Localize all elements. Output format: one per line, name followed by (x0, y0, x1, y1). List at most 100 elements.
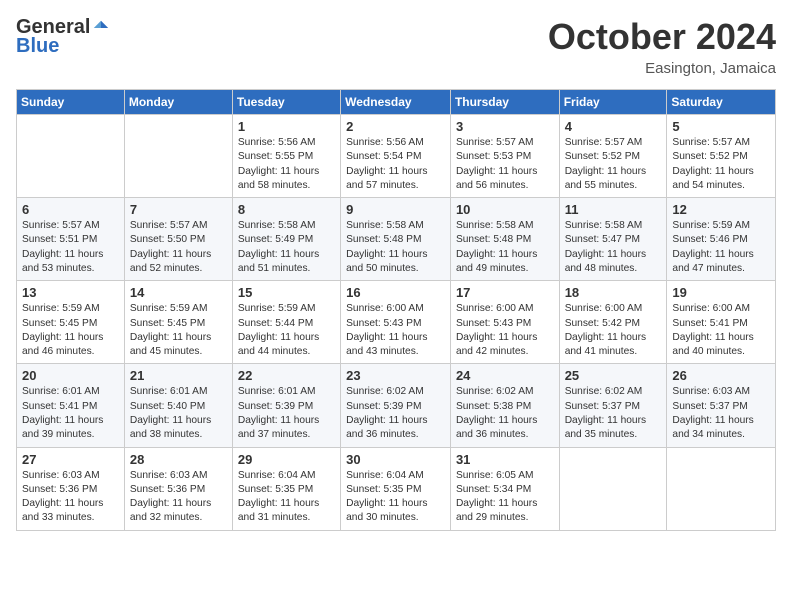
day-number: 26 (672, 368, 770, 383)
day-info: Sunrise: 6:03 AMSunset: 5:36 PMDaylight:… (130, 469, 227, 526)
calendar-cell: 10 Sunrise: 5:58 AMSunset: 5:48 PMDayligh… (450, 198, 559, 281)
day-info: Sunrise: 6:05 AMSunset: 5:34 PMDaylight:… (456, 469, 554, 526)
day-info: Sunrise: 5:58 AMSunset: 5:47 PMDaylight:… (565, 219, 662, 276)
logo-blue-text: Blue (16, 35, 59, 58)
day-info: Sunrise: 6:00 AMSunset: 5:43 PMDaylight:… (456, 302, 554, 359)
day-number: 10 (456, 202, 554, 217)
calendar-cell: 18 Sunrise: 6:00 AMSunset: 5:42 PMDayligh… (559, 281, 667, 364)
day-number: 8 (238, 202, 335, 217)
col-header-monday: Monday (124, 90, 232, 115)
calendar-cell: 7 Sunrise: 5:57 AMSunset: 5:50 PMDaylight… (124, 198, 232, 281)
calendar-cell: 31 Sunrise: 6:05 AMSunset: 5:34 PMDayligh… (450, 447, 559, 530)
day-number: 16 (346, 285, 445, 300)
day-info: Sunrise: 6:01 AMSunset: 5:41 PMDaylight:… (22, 385, 119, 442)
day-number: 19 (672, 285, 770, 300)
day-number: 31 (456, 452, 554, 467)
day-number: 1 (238, 119, 335, 134)
calendar-cell: 25Sunrise: 6:02 AMSunset: 5:37 PMDayligh… (559, 364, 667, 447)
day-number: 3 (456, 119, 554, 134)
calendar-cell (124, 115, 232, 198)
day-number: 7 (130, 202, 227, 217)
calendar-table: SundayMondayTuesdayWednesdayThursdayFrid… (16, 89, 776, 531)
day-number: 6 (22, 202, 119, 217)
day-number: 18 (565, 285, 662, 300)
day-number: 4 (565, 119, 662, 134)
day-number: 27 (22, 452, 119, 467)
day-info: Sunrise: 5:57 AMSunset: 5:52 PMDaylight:… (565, 136, 662, 193)
title-block: October 2024 Easington, Jamaica (548, 16, 776, 77)
week-row-2: 6Sunrise: 5:57 AMSunset: 5:51 PMDaylight… (17, 198, 776, 281)
logo: General Blue (16, 16, 110, 58)
day-number: 23 (346, 368, 445, 383)
day-number: 28 (130, 452, 227, 467)
calendar-cell: 1 Sunrise: 5:56 AMSunset: 5:55 PMDaylight… (232, 115, 340, 198)
calendar-cell: 26 Sunrise: 6:03 AMSunset: 5:37 PMDayligh… (667, 364, 776, 447)
day-info: Sunrise: 6:03 AMSunset: 5:36 PMDaylight:… (22, 469, 119, 526)
calendar-cell: 17 Sunrise: 6:00 AMSunset: 5:43 PMDayligh… (450, 281, 559, 364)
day-info: Sunrise: 6:04 AMSunset: 5:35 PMDaylight:… (346, 469, 445, 526)
calendar-cell: 14 Sunrise: 5:59 AMSunset: 5:45 PMDayligh… (124, 281, 232, 364)
header-row: SundayMondayTuesdayWednesdayThursdayFrid… (17, 90, 776, 115)
day-info: Sunrise: 5:58 AMSunset: 5:49 PMDaylight:… (238, 219, 335, 276)
day-number: 25 (565, 368, 662, 383)
calendar-cell: 6Sunrise: 5:57 AMSunset: 5:51 PMDaylight… (17, 198, 125, 281)
col-header-friday: Friday (559, 90, 667, 115)
day-info: Sunrise: 6:00 AMSunset: 5:42 PMDaylight:… (565, 302, 662, 359)
calendar-cell: 15 Sunrise: 5:59 AMSunset: 5:44 PMDayligh… (232, 281, 340, 364)
location-text: Easington, Jamaica (548, 60, 776, 77)
day-info: Sunrise: 5:57 AMSunset: 5:53 PMDaylight:… (456, 136, 554, 193)
day-info: Sunrise: 6:01 AMSunset: 5:40 PMDaylight:… (130, 385, 227, 442)
col-header-sunday: Sunday (17, 90, 125, 115)
day-number: 17 (456, 285, 554, 300)
logo-icon (92, 19, 110, 37)
day-number: 15 (238, 285, 335, 300)
day-number: 29 (238, 452, 335, 467)
day-info: Sunrise: 5:57 AMSunset: 5:52 PMDaylight:… (672, 136, 770, 193)
calendar-cell: 16Sunrise: 6:00 AMSunset: 5:43 PMDayligh… (341, 281, 451, 364)
col-header-saturday: Saturday (667, 90, 776, 115)
week-row-3: 13 Sunrise: 5:59 AMSunset: 5:45 PMDayligh… (17, 281, 776, 364)
day-info: Sunrise: 6:02 AMSunset: 5:39 PMDaylight:… (346, 385, 445, 442)
calendar-cell: 8 Sunrise: 5:58 AMSunset: 5:49 PMDaylight… (232, 198, 340, 281)
col-header-thursday: Thursday (450, 90, 559, 115)
day-info: Sunrise: 6:00 AMSunset: 5:41 PMDaylight:… (672, 302, 770, 359)
week-row-4: 20 Sunrise: 6:01 AMSunset: 5:41 PMDayligh… (17, 364, 776, 447)
day-info: Sunrise: 6:01 AMSunset: 5:39 PMDaylight:… (238, 385, 335, 442)
day-info: Sunrise: 6:04 AMSunset: 5:35 PMDaylight:… (238, 469, 335, 526)
calendar-cell (17, 115, 125, 198)
day-number: 13 (22, 285, 119, 300)
calendar-cell: 5Sunrise: 5:57 AMSunset: 5:52 PMDaylight… (667, 115, 776, 198)
col-header-wednesday: Wednesday (341, 90, 451, 115)
day-info: Sunrise: 5:56 AMSunset: 5:54 PMDaylight:… (346, 136, 445, 193)
calendar-cell: 2 Sunrise: 5:56 AMSunset: 5:54 PMDaylight… (341, 115, 451, 198)
day-info: Sunrise: 6:03 AMSunset: 5:37 PMDaylight:… (672, 385, 770, 442)
calendar-cell: 29 Sunrise: 6:04 AMSunset: 5:35 PMDayligh… (232, 447, 340, 530)
day-number: 24 (456, 368, 554, 383)
day-number: 30 (346, 452, 445, 467)
day-number: 11 (565, 202, 662, 217)
day-info: Sunrise: 6:02 AMSunset: 5:38 PMDaylight:… (456, 385, 554, 442)
day-info: Sunrise: 5:57 AMSunset: 5:50 PMDaylight:… (130, 219, 227, 276)
calendar-cell (667, 447, 776, 530)
calendar-cell: 21Sunrise: 6:01 AMSunset: 5:40 PMDayligh… (124, 364, 232, 447)
calendar-cell: 27 Sunrise: 6:03 AMSunset: 5:36 PMDayligh… (17, 447, 125, 530)
day-info: Sunrise: 5:59 AMSunset: 5:45 PMDaylight:… (130, 302, 227, 359)
calendar-cell: 13 Sunrise: 5:59 AMSunset: 5:45 PMDayligh… (17, 281, 125, 364)
calendar-cell: 23 Sunrise: 6:02 AMSunset: 5:39 PMDayligh… (341, 364, 451, 447)
page-header: General Blue October 2024 Easington, Jam… (16, 16, 776, 77)
calendar-cell: 9Sunrise: 5:58 AMSunset: 5:48 PMDaylight… (341, 198, 451, 281)
day-number: 20 (22, 368, 119, 383)
day-number: 2 (346, 119, 445, 134)
day-number: 22 (238, 368, 335, 383)
calendar-cell: 20 Sunrise: 6:01 AMSunset: 5:41 PMDayligh… (17, 364, 125, 447)
day-info: Sunrise: 5:59 AMSunset: 5:45 PMDaylight:… (22, 302, 119, 359)
calendar-cell (559, 447, 667, 530)
day-info: Sunrise: 5:56 AMSunset: 5:55 PMDaylight:… (238, 136, 335, 193)
calendar-cell: 22 Sunrise: 6:01 AMSunset: 5:39 PMDayligh… (232, 364, 340, 447)
calendar-cell: 4 Sunrise: 5:57 AMSunset: 5:52 PMDaylight… (559, 115, 667, 198)
day-info: Sunrise: 5:59 AMSunset: 5:44 PMDaylight:… (238, 302, 335, 359)
day-info: Sunrise: 5:58 AMSunset: 5:48 PMDaylight:… (456, 219, 554, 276)
calendar-cell: 11 Sunrise: 5:58 AMSunset: 5:47 PMDayligh… (559, 198, 667, 281)
day-number: 14 (130, 285, 227, 300)
col-header-tuesday: Tuesday (232, 90, 340, 115)
